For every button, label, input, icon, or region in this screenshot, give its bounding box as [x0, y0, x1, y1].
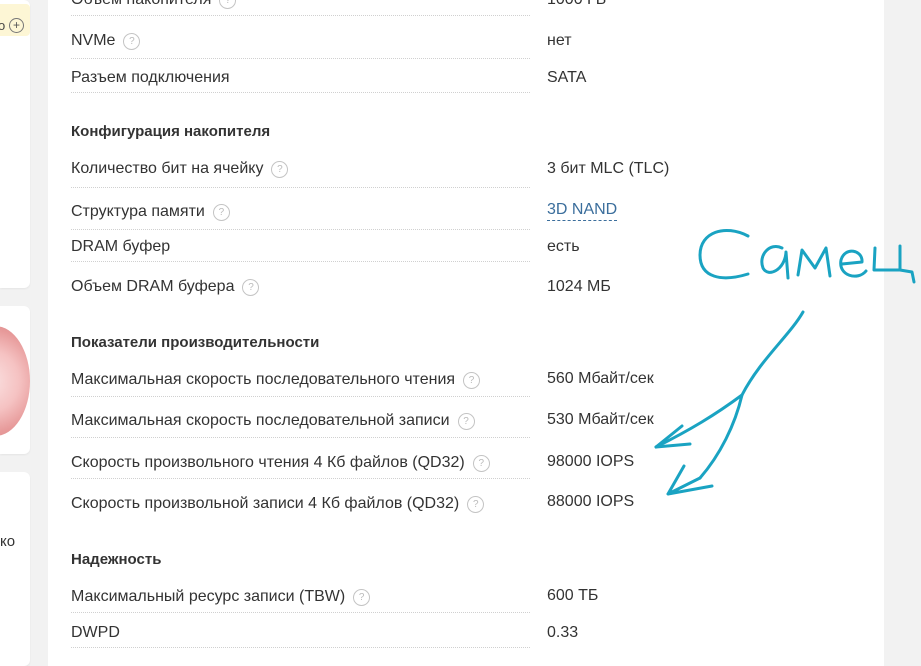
help-icon[interactable]: ?: [353, 589, 371, 606]
row-divider: [71, 261, 530, 262]
spec-value-seq-read: 560 Мбайт/сек: [547, 370, 654, 387]
spec-label-random-read: Скорость произвольного чтения 4 Кб файло…: [71, 454, 490, 472]
sidebar-card-top: о +: [0, 0, 30, 288]
section-title-config: Конфигурация накопителя: [71, 123, 271, 140]
spec-value-tbw: 600 ТБ: [547, 587, 599, 604]
cut-letter: о: [0, 18, 6, 33]
spec-label-dram-size: Объем DRAM буфера?: [71, 278, 260, 296]
specs-panel: [48, 0, 884, 666]
row-divider: [71, 58, 530, 59]
spec-label-seq-read: Максимальная скорость последовательного …: [71, 371, 481, 389]
section-title-performance: Показатели производительности: [71, 334, 320, 351]
help-icon[interactable]: ?: [463, 372, 481, 389]
spec-value-dram-size: 1024 МБ: [547, 278, 611, 295]
spec-value-dwpd: 0.33: [547, 624, 579, 641]
row-divider: [71, 229, 530, 230]
row-divider: [71, 647, 530, 648]
row-divider: [71, 396, 530, 397]
row-divider: [71, 187, 530, 188]
spec-value-random-read: 98000 IOPS: [547, 453, 635, 470]
spec-value-connector: SATA: [547, 69, 587, 86]
spec-label-random-write: Скорость произвольной записи 4 Кб файлов…: [71, 495, 485, 513]
sidebar-cut-text: ко: [0, 533, 16, 550]
help-icon[interactable]: ?: [472, 455, 490, 472]
help-icon[interactable]: ?: [467, 496, 485, 513]
row-divider: [71, 478, 530, 479]
spec-label-seq-write: Максимальная скорость последовательной з…: [71, 412, 475, 430]
spec-label-dram-buffer: DRAM буфер: [71, 238, 171, 255]
section-title-reliability: Надежность: [71, 551, 162, 568]
help-icon[interactable]: ?: [242, 279, 260, 296]
help-icon[interactable]: ?: [219, 0, 237, 9]
spec-label-nvme: NVMe?: [71, 32, 141, 50]
spec-value-capacity: 1000 ГБ: [547, 0, 606, 9]
memory-structure-link[interactable]: 3D NAND: [547, 201, 618, 221]
help-icon[interactable]: ?: [457, 413, 475, 430]
spec-value-seq-write: 530 Мбайт/сек: [547, 411, 654, 428]
spec-label-tbw: Максимальный ресурс записи (TBW)?: [71, 588, 371, 606]
sidebar-card-product-image[interactable]: [0, 306, 30, 454]
spec-value-bits-per-cell: 3 бит MLC (TLC): [547, 160, 670, 177]
spec-value-dram-buffer: есть: [547, 238, 580, 255]
spec-value-random-write: 88000 IOPS: [547, 493, 635, 510]
sidebar-card-bottom: [0, 472, 30, 666]
spec-label-dwpd: DWPD: [71, 624, 120, 641]
row-divider: [71, 437, 530, 438]
row-divider: [71, 612, 530, 613]
add-icon[interactable]: +: [9, 18, 24, 33]
row-divider: [71, 92, 530, 93]
spec-value-nvme: нет: [547, 32, 572, 49]
spec-label-memory-structure: Структура памяти?: [71, 203, 230, 221]
highlight-strip: о +: [0, 4, 30, 36]
spec-label-capacity: Объем накопителя?: [71, 0, 237, 9]
product-image: [0, 326, 30, 436]
spec-label-connector: Разъем подключения: [71, 69, 230, 86]
spec-label-bits-per-cell: Количество бит на ячейку?: [71, 160, 289, 178]
row-divider: [71, 15, 530, 16]
help-icon[interactable]: ?: [271, 161, 289, 178]
help-icon[interactable]: ?: [212, 204, 230, 221]
help-icon[interactable]: ?: [123, 33, 141, 50]
